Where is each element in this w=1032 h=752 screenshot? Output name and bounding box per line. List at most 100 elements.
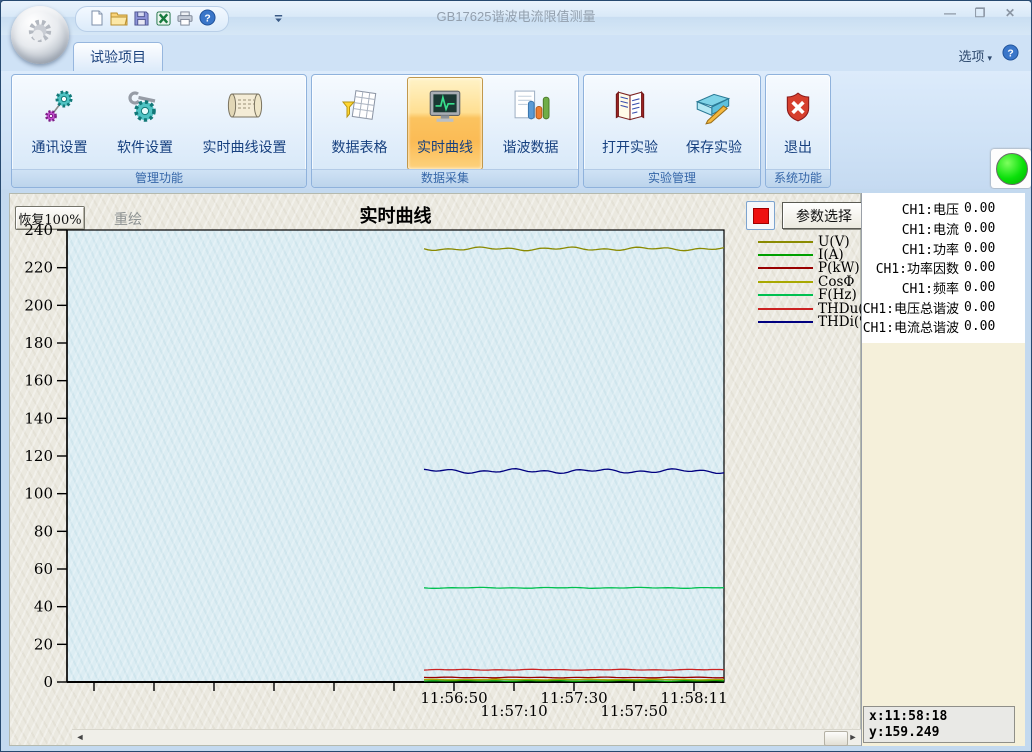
stop-button[interactable]	[746, 201, 775, 230]
ribbon-button-label: 数据表格	[332, 137, 388, 157]
svg-text:40: 40	[34, 598, 53, 616]
svg-text:120: 120	[24, 447, 53, 465]
ribbon: 通讯设置 软件设置实时曲线设置管理功能 数据表格 实时曲线 谐波数据数据采集 打开实验 保存…	[1, 71, 1031, 190]
reading-row: CH1:功率0.00	[862, 238, 1025, 258]
reading-row: CH1:电流 0.00	[862, 219, 1025, 239]
reading-label: CH1:功率因数	[862, 258, 959, 277]
reading-value: 0.00	[964, 241, 995, 256]
legend-swatch	[758, 254, 813, 256]
status-indicator-patch	[991, 149, 1031, 188]
svg-text:20: 20	[34, 635, 53, 653]
svg-text:11:56:50: 11:56:50	[420, 689, 487, 707]
ribbon-button-label: 谐波数据	[503, 137, 559, 157]
reading-value: 0.00	[964, 201, 995, 216]
realtime-curve-button[interactable]: 实时曲线	[407, 77, 483, 170]
cursor-readout: x:11:58:18 y:159.249	[863, 706, 1015, 743]
ribbon-group-label: 管理功能	[12, 169, 306, 187]
svg-text:11:57:10: 11:57:10	[480, 702, 547, 720]
svg-text:0: 0	[43, 673, 53, 691]
save-experiment-button[interactable]: 保存实验	[676, 77, 752, 170]
svg-text:240: 240	[24, 221, 53, 239]
ribbon-button-label: 通讯设置	[32, 137, 88, 157]
reading-label: CH1:电压总谐波	[862, 298, 959, 317]
title-bar: ? GB17625谐波电流限值测量 — ❐ ✕	[1, 1, 1031, 36]
legend-swatch	[758, 321, 813, 323]
svg-text:?: ?	[204, 13, 210, 24]
ribbon-group-label: 实验管理	[584, 169, 760, 187]
quick-access-toolbar: ?	[75, 6, 229, 32]
help-icon[interactable]: ?	[1002, 44, 1019, 66]
svg-text:140: 140	[24, 409, 53, 427]
svg-text:180: 180	[24, 334, 53, 352]
maximize-button[interactable]: ❐	[967, 6, 993, 23]
svg-text:80: 80	[34, 522, 53, 540]
tab-row: 试验项目 选项▾ ?	[1, 35, 1031, 71]
reading-label: CH1:电流总谐波	[862, 317, 959, 336]
customize-qat-icon[interactable]	[273, 11, 284, 29]
tab-test-items[interactable]: 试验项目	[73, 42, 163, 71]
status-indicator	[996, 153, 1028, 185]
reading-row: CH1:电压总谐波 0.00	[862, 297, 1025, 317]
reading-row: CH1:频率0.00	[862, 278, 1025, 298]
curve-settings-button[interactable]: 实时曲线设置	[193, 77, 297, 170]
ribbon-group-1: 通讯设置 软件设置实时曲线设置管理功能	[11, 74, 307, 188]
cursor-x-value: x:11:58:18	[869, 709, 1014, 725]
plot-canvas: 02040608010012014016018020022024011:56:5…	[10, 194, 862, 747]
excel-export-icon[interactable]	[152, 8, 174, 28]
ribbon-button-label: 保存实验	[686, 137, 742, 157]
legend-swatch	[758, 241, 813, 243]
cursor-y-value: y:159.249	[869, 725, 1014, 741]
open-experiment-icon	[609, 83, 651, 131]
exit-button[interactable]: 退出	[772, 77, 824, 170]
software-settings-icon	[125, 83, 165, 131]
legend-swatch	[758, 281, 813, 283]
harmonic-data-button[interactable]: 谐波数据	[493, 77, 569, 170]
ribbon-button-label: 打开实验	[602, 137, 658, 157]
reading-value: 0.00	[964, 260, 995, 275]
horizontal-scrollbar[interactable]: ◄ ►	[72, 729, 861, 745]
scroll-right-arrow[interactable]: ►	[845, 730, 861, 745]
ribbon-group-2: 数据表格 实时曲线 谐波数据数据采集	[311, 74, 579, 188]
ribbon-button-label: 软件设置	[117, 137, 173, 157]
svg-text:11:58:11: 11:58:11	[660, 689, 727, 707]
options-menu[interactable]: 选项▾	[958, 46, 992, 65]
ribbon-group-4: 退出系统功能	[765, 74, 831, 188]
svg-text:11:57:30: 11:57:30	[540, 689, 607, 707]
scroll-left-arrow[interactable]: ◄	[72, 730, 88, 745]
reading-value: 0.00	[964, 300, 995, 315]
open-folder-icon[interactable]	[108, 8, 130, 28]
svg-text:200: 200	[24, 296, 53, 314]
ribbon-group-label: 系统功能	[766, 169, 830, 187]
comm-settings-icon	[41, 83, 79, 131]
legend-swatch	[758, 267, 813, 269]
svg-text:11:57:50: 11:57:50	[600, 702, 667, 720]
reading-value: 0.00	[964, 221, 995, 236]
harmonic-data-icon	[512, 83, 550, 131]
chart-panel: 恢复100% 重绘 实时曲线 0204060801001201401601802…	[9, 193, 861, 746]
reading-label: CH1:电流	[862, 219, 959, 238]
params-select-button[interactable]: 参数选择	[782, 202, 866, 229]
minimize-button[interactable]: —	[937, 6, 963, 23]
save-icon[interactable]	[130, 8, 152, 28]
curve-settings-icon	[224, 83, 266, 131]
help-icon[interactable]: ?	[196, 7, 218, 27]
ribbon-group-label: 数据采集	[312, 169, 578, 187]
ribbon-button-label: 实时曲线	[417, 137, 473, 157]
print-icon[interactable]	[174, 8, 196, 28]
reading-label: CH1:频率	[862, 278, 959, 297]
comm-settings-button[interactable]: 通讯设置	[22, 77, 98, 170]
legend-swatch	[758, 308, 813, 310]
ribbon-group-3: 打开实验 保存实验实验管理	[583, 74, 761, 188]
new-document-icon[interactable]	[86, 8, 108, 28]
reading-label: CH1:电压	[862, 199, 959, 218]
svg-text:60: 60	[34, 560, 53, 578]
data-table-button[interactable]: 数据表格	[322, 77, 398, 170]
channel-readings: CH1:电压0.00CH1:电流0.00CH1:功率0.00CH1:功率因数0.…	[862, 193, 1025, 343]
open-experiment-button[interactable]: 打开实验	[592, 77, 668, 170]
reading-value: 0.00	[964, 319, 995, 334]
software-settings-button[interactable]: 软件设置	[107, 77, 183, 170]
close-button[interactable]: ✕	[997, 6, 1023, 23]
svg-text:?: ?	[1007, 48, 1013, 59]
app-menu-orb[interactable]	[11, 6, 69, 64]
ribbon-button-label: 退出	[784, 137, 812, 157]
